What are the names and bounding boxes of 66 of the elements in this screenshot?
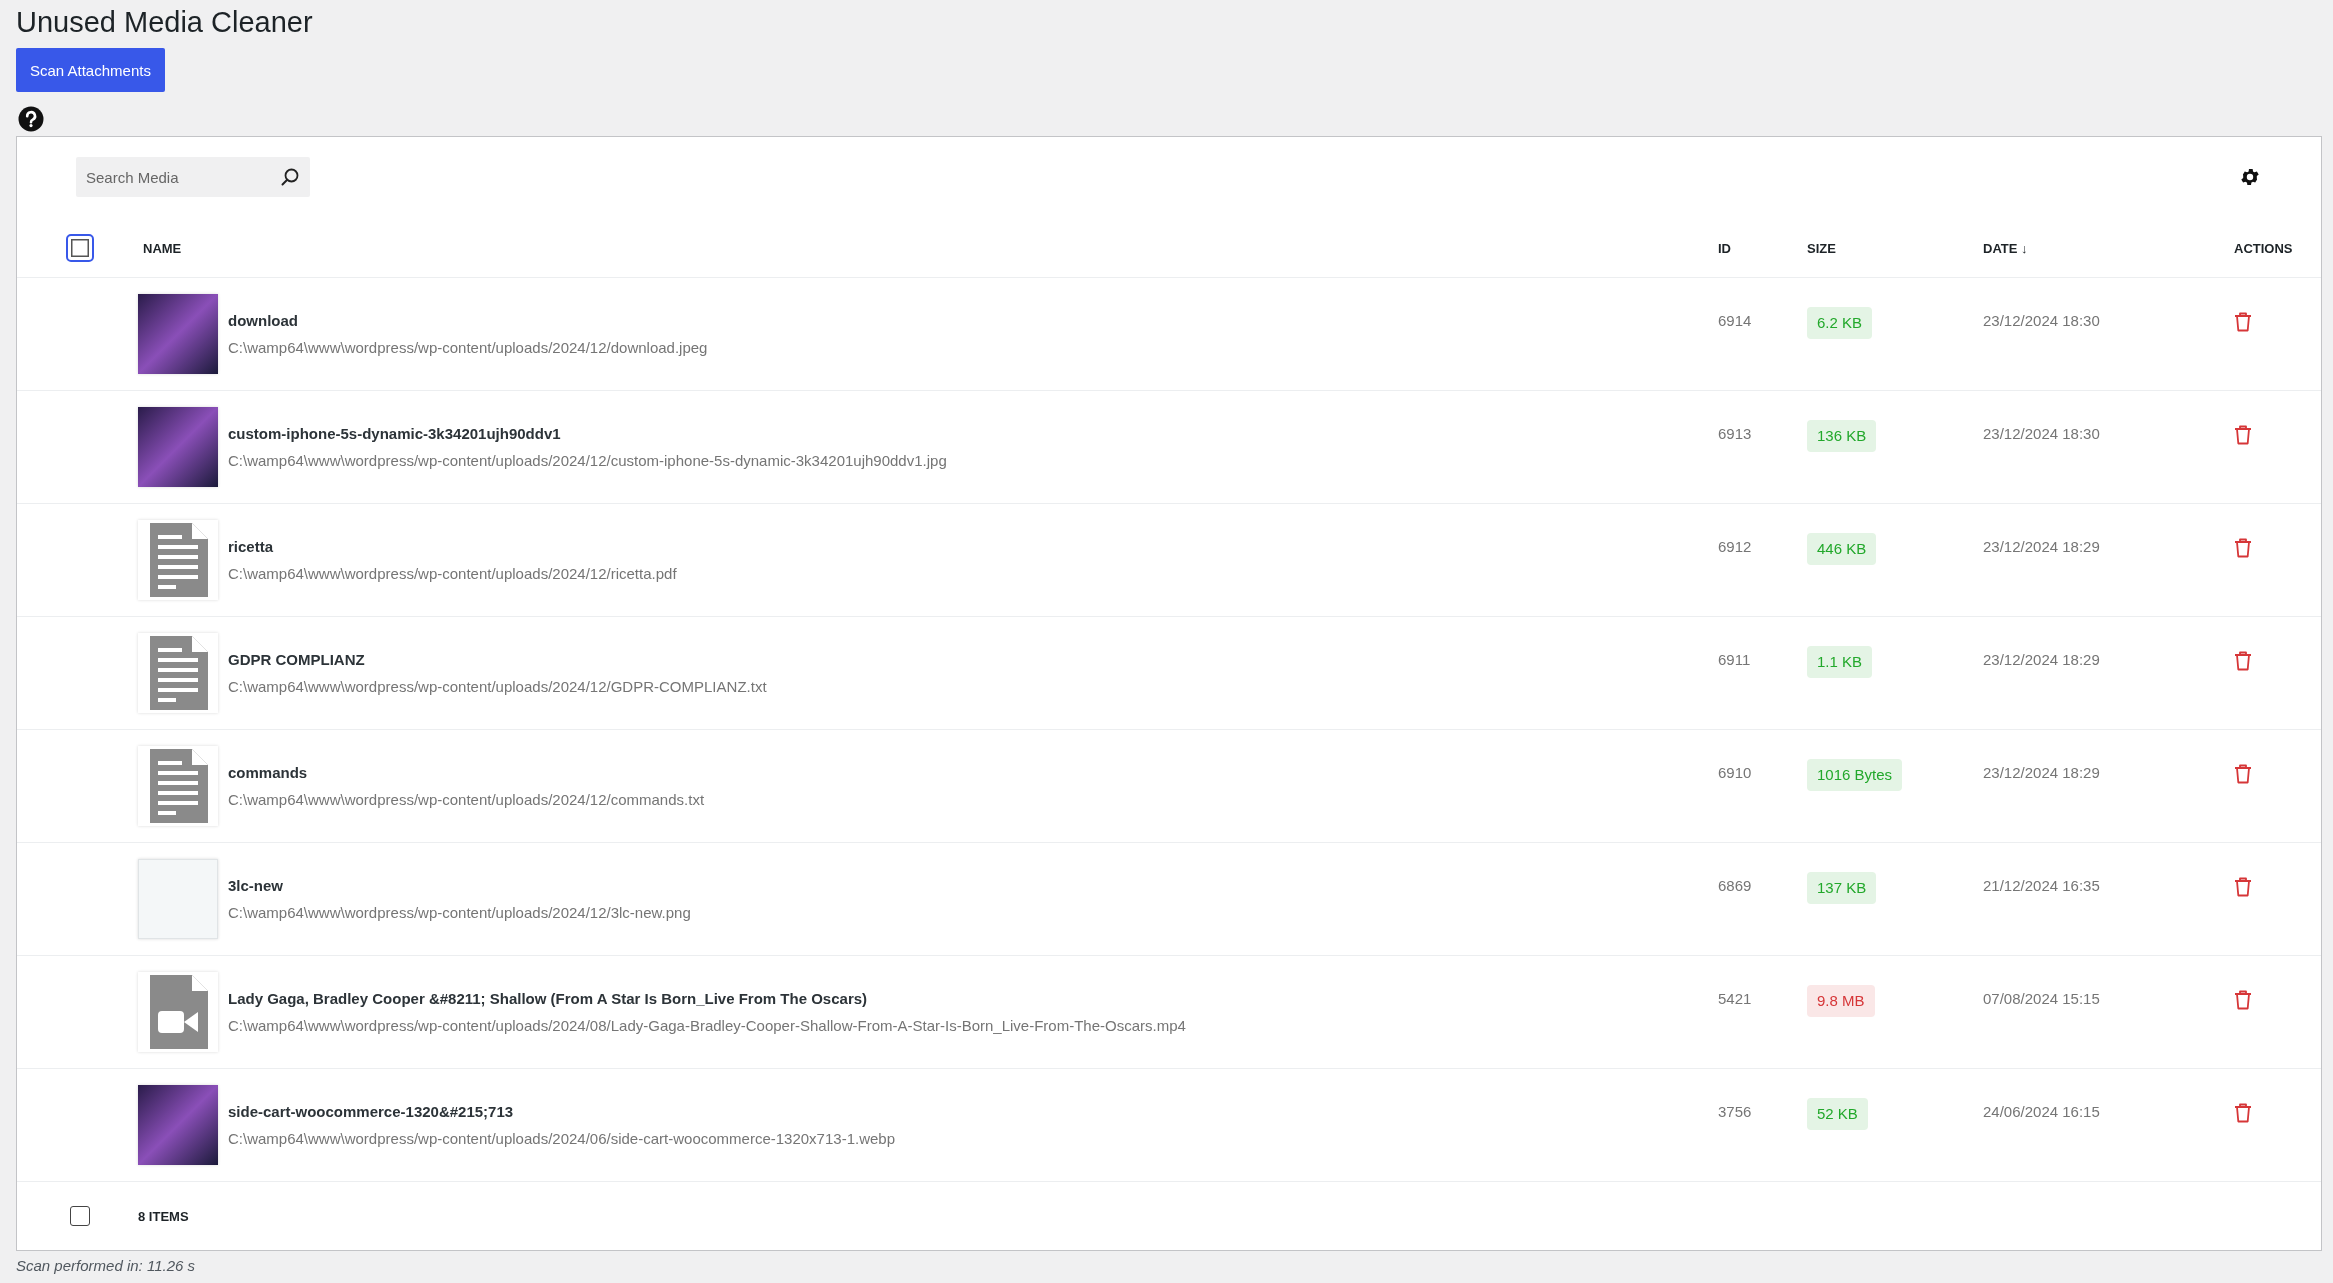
upload-date: 07/08/2024 15:15 (1983, 990, 2100, 1007)
upload-date: 23/12/2024 18:29 (1983, 538, 2100, 555)
scan-attachments-button[interactable]: Scan Attachments (16, 48, 165, 92)
upload-date: 24/06/2024 16:15 (1983, 1103, 2100, 1120)
file-path: C:\wamp64\www\wordpress/wp-content/uploads/2024/08/Lady-Gaga-Bradley-Cooper-Shallow-From-A-Star-Is-Born_Live-From-The-Oscars.mp4 (228, 1017, 1186, 1034)
media-id: 6913 (1718, 425, 1752, 442)
file-name[interactable]: custom-iphone-5s-dynamic-3k34201ujh90ddv1 (228, 425, 947, 442)
size-badge: 1016 Bytes (1807, 759, 1903, 791)
file-name[interactable]: Lady Gaga, Bradley Cooper &#8211; Shallow (From A Star Is Born_Live From The Oscars) (228, 990, 1186, 1007)
file-path: C:\wamp64\www\wordpress/wp-content/uploads/2024/12/ricetta.pdf (228, 565, 677, 582)
size-badge: 6.2 KB (1807, 307, 1873, 339)
size-badge: 1.1 KB (1807, 646, 1873, 678)
size-badge: 137 KB (1807, 872, 1877, 904)
select-all-checkbox[interactable] (69, 1206, 90, 1226)
help-icon[interactable] (18, 106, 44, 132)
file-path: C:\wamp64\www\wordpress/wp-content/uploads/2024/06/side-cart-woocommerce-1320x713-1.webp (228, 1130, 895, 1147)
file-name[interactable]: GDPR COMPLIANZ (228, 651, 767, 668)
upload-date: 23/12/2024 18:29 (1983, 651, 2100, 668)
search-field[interactable]: Search Media (76, 157, 310, 197)
media-id: 6910 (1718, 764, 1752, 781)
scan-duration-text: Scan performed in: 11.26 s (16, 1256, 196, 1276)
settings-icon[interactable] (2239, 166, 2261, 188)
item-count: 8 ITEMS (137, 1209, 189, 1224)
upload-date: 23/12/2024 18:29 (1983, 764, 2100, 781)
media-id: 6869 (1718, 877, 1752, 894)
media-id: 3756 (1718, 1103, 1752, 1120)
delete-icon[interactable] (2234, 877, 2252, 897)
delete-icon[interactable] (2234, 990, 2252, 1010)
delete-icon[interactable] (2234, 312, 2252, 332)
delete-icon[interactable] (2234, 538, 2252, 558)
file-path: C:\wamp64\www\wordpress/wp-content/uploads/2024/12/commands.txt (228, 791, 705, 808)
delete-icon[interactable] (2234, 764, 2252, 784)
upload-date: 23/12/2024 18:30 (1983, 425, 2100, 442)
document-icon (148, 636, 208, 710)
delete-icon[interactable] (2234, 425, 2252, 445)
upload-date: 21/12/2024 16:35 (1983, 877, 2100, 894)
media-id: 5421 (1718, 990, 1752, 1007)
media-id: 6911 (1718, 651, 1751, 668)
column-header[interactable]: ACTIONS (2234, 241, 2293, 256)
column-header[interactable]: ID (1718, 241, 1731, 256)
search-icon[interactable] (280, 167, 300, 187)
file-path: C:\wamp64\www\wordpress/wp-content/uploads/2024/12/custom-iphone-5s-dynamic-3k34201ujh90ddv1.jpg (228, 452, 947, 469)
file-name[interactable]: ricetta (228, 538, 677, 555)
video-file-icon (148, 975, 208, 1049)
document-icon (148, 749, 208, 823)
media-id: 6912 (1718, 538, 1752, 555)
upload-date: 23/12/2024 18:30 (1983, 312, 2100, 329)
column-header[interactable]: DATE ↓ (1983, 241, 2028, 256)
size-badge: 9.8 MB (1807, 985, 1875, 1017)
file-name[interactable]: commands (228, 764, 705, 781)
media-id: 6914 (1718, 312, 1752, 329)
file-path: C:\wamp64\www\wordpress/wp-content/uploads/2024/12/download.jpeg (228, 339, 708, 356)
delete-icon[interactable] (2234, 651, 2252, 671)
file-name[interactable]: side-cart-woocommerce-1320&#215;713 (228, 1103, 895, 1120)
file-name[interactable]: download (228, 312, 708, 329)
size-badge: 446 KB (1807, 533, 1877, 565)
delete-icon[interactable] (2234, 1103, 2252, 1123)
column-header[interactable]: NAME (143, 241, 182, 256)
size-badge: 52 KB (1807, 1098, 1868, 1130)
file-path: C:\wamp64\www\wordpress/wp-content/uploads/2024/12/3lc-new.png (228, 904, 691, 921)
size-badge: 136 KB (1807, 420, 1877, 452)
file-path: C:\wamp64\www\wordpress/wp-content/uploads/2024/12/GDPR-COMPLIANZ.txt (228, 678, 767, 695)
page-title: Unused Media Cleaner (16, 5, 314, 39)
column-header[interactable]: SIZE (1807, 241, 1836, 256)
document-icon (148, 523, 208, 597)
file-name[interactable]: 3lc-new (228, 877, 691, 894)
